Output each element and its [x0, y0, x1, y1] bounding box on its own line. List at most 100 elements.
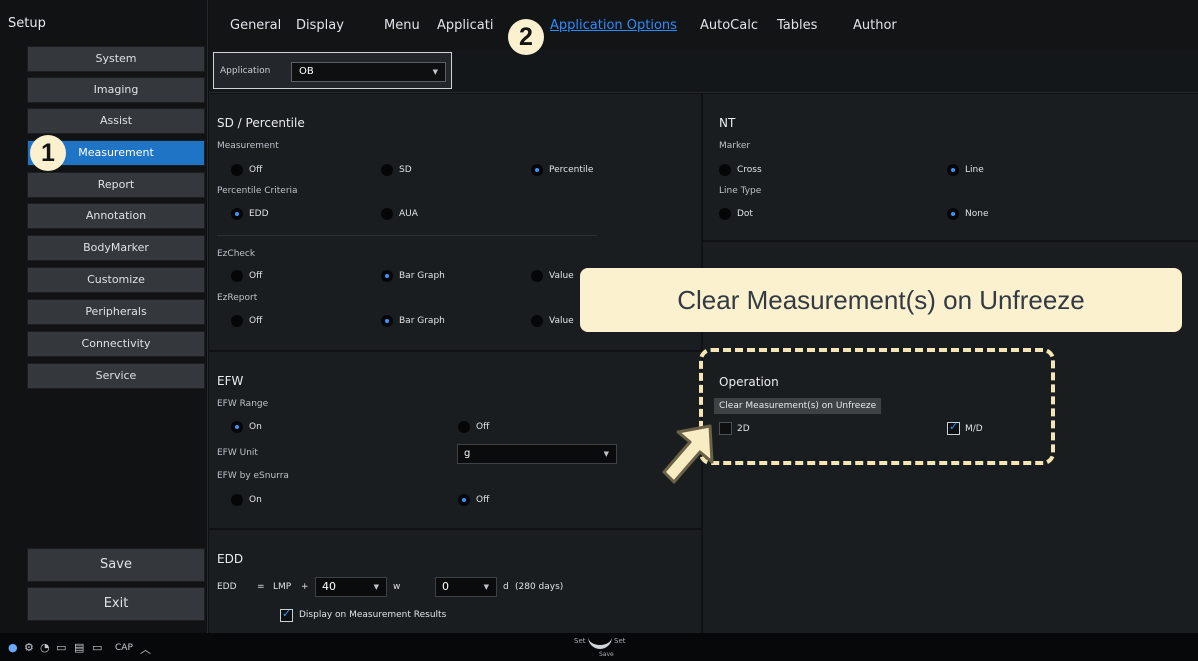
tab-application-options[interactable]: Application Options	[550, 18, 677, 33]
ezcheck-bargraph-radio[interactable]: Bar Graph	[381, 270, 445, 282]
user-icon[interactable]: ●	[8, 641, 18, 654]
sidebar-item-peripherals[interactable]: Peripherals	[27, 299, 205, 325]
linetype-none-label: None	[965, 209, 989, 219]
equals-sign: =	[257, 582, 265, 592]
criteria-aua-label: AUA	[399, 209, 418, 219]
chevron-down-icon: ▼	[432, 68, 438, 76]
radio-icon	[381, 164, 393, 176]
efw-unit-select[interactable]: g ▼	[457, 444, 617, 464]
measurement-percentile-radio[interactable]: Percentile	[531, 164, 593, 176]
linetype-none-radio[interactable]: None	[947, 208, 988, 220]
caps-indicator: CAP	[115, 643, 133, 653]
highlight-box	[699, 348, 1055, 465]
line-type-label: Line Type	[719, 186, 762, 196]
efw-title: EFW	[217, 374, 244, 388]
radio-selected-icon	[947, 208, 959, 220]
tab-author[interactable]: Author	[853, 18, 897, 33]
ezreport-bargraph-label: Bar Graph	[399, 316, 445, 326]
radio-selected-icon	[458, 494, 470, 506]
criteria-aua-radio[interactable]: AUA	[381, 208, 418, 220]
days-select[interactable]: 0 ▼	[435, 577, 497, 597]
efw-range-on-radio[interactable]: On	[231, 421, 262, 433]
esnurra-off-label: Off	[476, 495, 490, 505]
marker-cross-radio[interactable]: Cross	[719, 164, 762, 176]
esnurra-on-radio[interactable]: On	[231, 494, 262, 506]
criteria-edd-radio[interactable]: EDD	[231, 208, 269, 220]
radio-icon	[719, 208, 731, 220]
ezcheck-value-label: Value	[549, 271, 574, 281]
exit-button[interactable]: Exit	[27, 587, 205, 621]
marker-label: Marker	[719, 141, 751, 151]
days-unit: d	[503, 582, 509, 592]
application-value: OB	[299, 66, 314, 77]
radio-icon	[719, 164, 731, 176]
sidebar-item-service[interactable]: Service	[27, 363, 205, 389]
sidebar-item-system[interactable]: System	[27, 46, 205, 72]
adv-icon[interactable]: ▤	[74, 641, 84, 654]
radio-icon	[231, 315, 243, 327]
total-days: (280 days)	[515, 582, 564, 592]
tab-application[interactable]: Applicati	[437, 18, 493, 33]
sidebar-item-assist[interactable]: Assist	[27, 108, 205, 134]
marker-line-radio[interactable]: Line	[947, 164, 984, 176]
radio-icon	[458, 421, 470, 433]
edd-label: EDD	[217, 582, 237, 592]
chevron-up-icon[interactable]: ︿	[140, 641, 151, 657]
measurement-sd-label: SD	[399, 165, 412, 175]
display-results-checkbox[interactable]	[280, 607, 293, 622]
sidebar-item-report[interactable]: Report	[27, 172, 205, 198]
linetype-dot-radio[interactable]: Dot	[719, 208, 753, 220]
ezcheck-value-radio[interactable]: Value	[531, 270, 574, 282]
efw-range-off-radio[interactable]: Off	[458, 421, 489, 433]
tab-autocalc[interactable]: AutoCalc	[700, 18, 758, 33]
application-select[interactable]: OB ▼	[291, 62, 446, 82]
marker-line-label: Line	[965, 165, 984, 175]
tab-display[interactable]: Display	[296, 18, 344, 33]
radio-selected-icon	[381, 315, 393, 327]
edd-panel: EDD EDD = LMP + 40 ▼ w 0 ▼ d (280 days) …	[209, 530, 701, 633]
chevron-down-icon: ▼	[373, 583, 379, 591]
tab-tables[interactable]: Tables	[777, 18, 817, 33]
radio-icon	[531, 270, 543, 282]
plus-sign: +	[301, 582, 309, 592]
tab-menu[interactable]: Menu	[384, 18, 420, 33]
sidebar-item-bodymarker[interactable]: BodyMarker	[27, 235, 205, 261]
ezreport-off-radio[interactable]: Off	[231, 315, 262, 327]
ezreport-bargraph-radio[interactable]: Bar Graph	[381, 315, 445, 327]
save-button[interactable]: Save	[27, 548, 205, 582]
sd-percentile-title: SD / Percentile	[217, 116, 305, 130]
step-badge-1: 1	[30, 135, 66, 171]
tab-general[interactable]: General	[230, 18, 281, 33]
radio-selected-icon	[231, 208, 243, 220]
ezreport-off-label: Off	[249, 316, 263, 326]
trackball-icon	[588, 635, 612, 649]
linetype-dot-label: Dot	[737, 209, 753, 219]
sidebar-item-connectivity[interactable]: Connectivity	[27, 331, 205, 357]
measurement-off-radio[interactable]: Off	[231, 164, 262, 176]
radio-icon	[381, 208, 393, 220]
nt-title: NT	[719, 116, 736, 130]
lmp-label: LMP	[273, 582, 292, 592]
measurement-sd-radio[interactable]: SD	[381, 164, 412, 176]
ezreport-label: EzReport	[217, 293, 258, 303]
chevron-down-icon: ▼	[603, 450, 609, 458]
efw-range-label: EFW Range	[217, 399, 269, 409]
sidebar-item-imaging[interactable]: Imaging	[27, 77, 205, 103]
esnurra-off-radio[interactable]: Off	[458, 494, 489, 506]
sidebar-item-customize[interactable]: Customize	[27, 267, 205, 293]
ezreport-value-label: Value	[549, 316, 574, 326]
radio-selected-icon	[531, 164, 543, 176]
measurement-percentile-label: Percentile	[549, 165, 594, 175]
storage-icon[interactable]: ▭	[56, 641, 66, 654]
clock-icon[interactable]: ◔	[40, 641, 50, 654]
percentile-criteria-label: Percentile Criteria	[217, 186, 298, 196]
weeks-unit: w	[393, 582, 401, 592]
weeks-select[interactable]: 40 ▼	[315, 577, 387, 597]
set-left-label: Set	[574, 637, 586, 645]
print-icon[interactable]: ▭	[92, 641, 102, 654]
radio-selected-icon	[381, 270, 393, 282]
ezreport-value-radio[interactable]: Value	[531, 315, 574, 327]
ezcheck-off-radio[interactable]: Off	[231, 270, 262, 282]
network-icon[interactable]: ⚙	[24, 641, 34, 654]
sidebar-item-annotation[interactable]: Annotation	[27, 203, 205, 229]
